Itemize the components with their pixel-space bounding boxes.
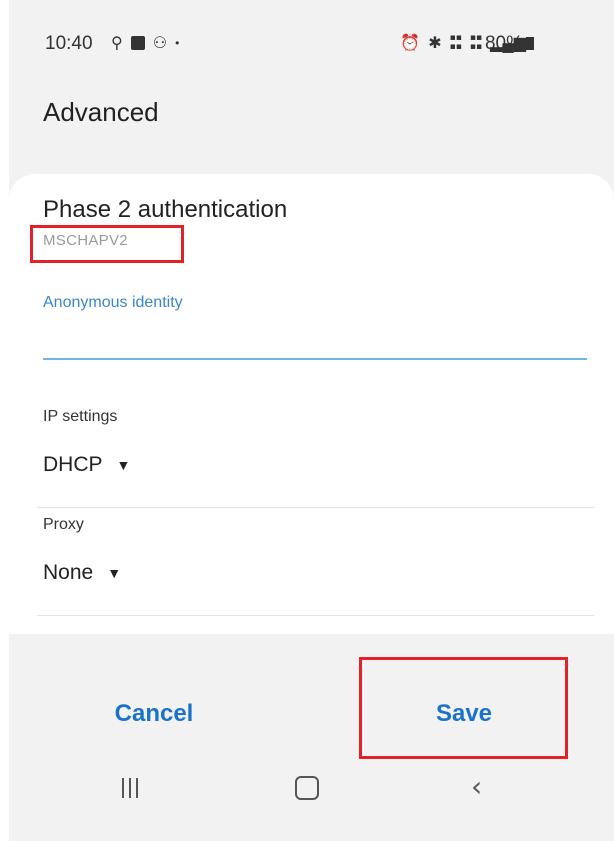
home-icon[interactable] — [295, 776, 319, 800]
proxy-label: Proxy — [43, 516, 84, 533]
notification-icon: ⚇ — [152, 35, 168, 52]
chevron-down-icon: ▼ — [107, 565, 122, 581]
save-highlight-box — [359, 657, 568, 759]
ip-settings-value: DHCP — [43, 453, 103, 476]
4g-icon: ▪▪ ▪▪ — [469, 33, 483, 52]
linkedin-icon — [130, 36, 145, 50]
chevron-down-icon: ▼ — [116, 457, 131, 473]
proxy-dropdown[interactable]: None ▼ — [43, 561, 121, 585]
status-time: 10:40 — [45, 33, 93, 54]
ip-settings-dropdown[interactable]: DHCP ▼ — [43, 453, 130, 477]
battery-percent: 80% — [484, 33, 523, 54]
status-bar: 10:40 ⚲ ⚇ • ⏰ ✱ ▪▪ ▪▪ ▪▪ ▪▪ ▂▄▆ 80% — [9, 0, 614, 88]
bluetooth-icon: ✱ — [428, 35, 442, 52]
page-title: Advanced — [43, 97, 159, 127]
status-icons-left: ⚲ ⚇ • — [111, 33, 179, 53]
anonymous-identity-input[interactable] — [43, 318, 587, 360]
back-icon[interactable]: ‹ — [471, 770, 482, 803]
battery-icon — [526, 37, 534, 50]
mschapv2-highlight-box — [30, 225, 184, 263]
divider — [37, 615, 594, 616]
dot-icon: • — [175, 36, 180, 50]
navigation-bar: ‹ — [9, 760, 614, 820]
alarm-icon: ⏰ — [400, 35, 421, 52]
anonymous-identity-label: Anonymous identity — [43, 294, 183, 311]
phase2-auth-label[interactable]: Phase 2 authentication — [43, 196, 287, 224]
ip-settings-label: IP settings — [43, 408, 118, 425]
proxy-value: None — [43, 561, 94, 584]
recent-apps-icon[interactable] — [122, 778, 138, 798]
location-icon: ⚲ — [111, 35, 123, 52]
battery-indicator: 80% — [485, 33, 534, 55]
divider — [37, 507, 594, 508]
volte-icon: ▪▪ ▪▪ — [449, 33, 462, 52]
phone-screen: 10:40 ⚲ ⚇ • ⏰ ✱ ▪▪ ▪▪ ▪▪ ▪▪ ▂▄▆ 80% Advanc… — [9, 0, 614, 841]
cancel-button[interactable]: Cancel — [69, 690, 239, 738]
